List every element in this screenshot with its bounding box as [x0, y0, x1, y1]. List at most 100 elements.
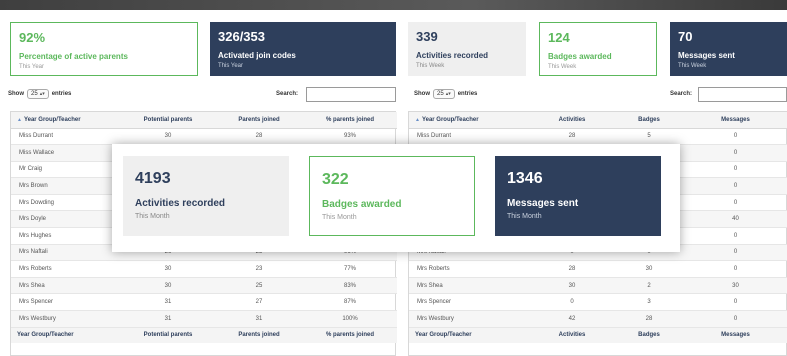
table-cell: 28: [529, 260, 615, 278]
table-cell: 0: [683, 227, 787, 245]
table-cell: 28: [529, 128, 615, 146]
table-cell: 0: [683, 144, 787, 162]
column-header-potential[interactable]: Potential parents: [121, 112, 215, 129]
table-cell: 30: [683, 277, 787, 295]
sort-up-icon: ▲: [17, 116, 22, 123]
stat-period: This Week: [678, 63, 707, 69]
stat-card-activities-week: 339 Activities recorded This Week: [408, 22, 526, 76]
table-cell: 30: [529, 277, 615, 295]
stat-period: This Month: [135, 213, 170, 220]
table-cell: 0: [683, 310, 787, 328]
table-row[interactable]: Mrs Roberts 28 30 0: [409, 260, 787, 278]
table-cell: 100%: [303, 310, 397, 328]
table-cell: Miss Wallace: [11, 144, 121, 162]
table-cell: Mrs Westbury: [409, 310, 529, 328]
updown-arrow-icon: ▴▾: [39, 91, 45, 97]
table-cell: 31: [215, 310, 303, 328]
column-header-badges[interactable]: Badges: [615, 112, 683, 129]
table-cell: Mr Craig: [11, 161, 121, 179]
table-row[interactable]: Mrs Spencer 31 27 87%: [11, 293, 397, 312]
stat-label: Messages sent: [678, 51, 735, 60]
stat-label: Activated join codes: [218, 51, 296, 60]
table-row[interactable]: Mrs Westbury 42 28 0: [409, 310, 787, 328]
table-row[interactable]: Mrs Roberts 30 23 77%: [11, 260, 397, 278]
stat-period: This Week: [548, 64, 577, 70]
table-cell: 2: [615, 277, 683, 295]
table-cell: 30: [121, 128, 215, 146]
table-cell: 0: [683, 194, 787, 212]
table-cell: 0: [683, 293, 787, 312]
header-label: Year Group/Teacher: [23, 116, 81, 123]
table-cell: 27: [215, 293, 303, 312]
table-cell: Mrs Shea: [11, 277, 121, 295]
table-cell: 5: [615, 128, 683, 146]
footer-header-teacher: Year Group/Teacher: [409, 326, 529, 344]
column-header-messages[interactable]: Messages: [683, 112, 787, 129]
table-cell: Miss Durrant: [11, 128, 121, 146]
footer-header-teacher: Year Group/Teacher: [11, 326, 121, 344]
footer-header-badges: Badges: [615, 326, 683, 344]
table-cell: Mrs Westbury: [11, 310, 121, 328]
table-cell: Mrs Roberts: [409, 260, 529, 278]
header-label: Year Group/Teacher: [421, 116, 479, 123]
table-cell: 0: [683, 177, 787, 195]
table-cell: 93%: [303, 128, 397, 146]
table-row[interactable]: Mrs Shea 30 2 30: [409, 277, 787, 295]
stat-period: This Month: [322, 214, 357, 221]
search-input-left[interactable]: [306, 87, 396, 102]
table-cell: 28: [215, 128, 303, 146]
column-header-teacher[interactable]: ▲ Year Group/Teacher: [11, 112, 121, 129]
stat-value: 322: [322, 171, 349, 188]
search-label-right: Search:: [670, 88, 692, 100]
updown-arrow-icon: ▴▾: [445, 91, 451, 97]
table-cell: 87%: [303, 293, 397, 312]
entries-label: entries: [51, 91, 72, 97]
stat-card-active-parents: 92% Percentage of active parents This Ye…: [10, 22, 198, 76]
stat-value: 124: [548, 30, 570, 45]
table-cell: 28: [615, 310, 683, 328]
table-cell: Mrs Spencer: [11, 293, 121, 312]
column-header-activities[interactable]: Activities: [529, 112, 615, 129]
stat-value: 1346: [507, 170, 543, 187]
table-row[interactable]: Mrs Westbury 31 31 100%: [11, 310, 397, 328]
column-header-percent[interactable]: % parents joined: [303, 112, 397, 129]
month-card-messages: 1346 Messages sent This Month: [495, 156, 661, 236]
table-cell: 0: [683, 128, 787, 146]
table-cell: 0: [683, 260, 787, 278]
table-cell: 0: [683, 244, 787, 262]
entries-select-value: 25: [31, 91, 38, 97]
stat-period: This Week: [416, 63, 445, 69]
entries-select[interactable]: 25 ▴▾: [27, 89, 49, 99]
table-row[interactable]: Mrs Spencer 0 3 0: [409, 293, 787, 312]
stat-value: 92%: [19, 30, 46, 45]
entries-select[interactable]: 25 ▴▾: [433, 89, 455, 99]
table-cell: 42: [529, 310, 615, 328]
footer-header-messages: Messages: [683, 326, 787, 344]
table-cell: Mrs Spencer: [409, 293, 529, 312]
stat-label: Badges awarded: [548, 52, 612, 61]
table-row[interactable]: Mrs Shea 30 25 83%: [11, 277, 397, 295]
footer-header-percent: % parents joined: [303, 326, 397, 344]
table-cell: 3: [615, 293, 683, 312]
stat-period: This Year: [19, 64, 45, 70]
stat-period: This Year: [218, 63, 244, 69]
table-cell: Mrs Naftali: [11, 244, 121, 262]
search-label: Search:: [670, 91, 693, 97]
stat-label: Activities recorded: [135, 198, 226, 209]
search-input-right[interactable]: [698, 87, 787, 102]
table-cell: 40: [683, 210, 787, 229]
entries-select-value: 25: [437, 91, 444, 97]
table-cell: Mrs Doyle: [11, 210, 121, 229]
table-row[interactable]: Miss Durrant 28 5 0: [409, 128, 787, 146]
table-cell: 31: [121, 310, 215, 328]
table-cell: Mrs Hughes: [11, 227, 121, 245]
column-header-teacher[interactable]: ▲ Year Group/Teacher: [409, 112, 529, 129]
monthly-stats-overlay: 4193 Activities recorded This Month 322 …: [112, 144, 680, 252]
table-cell: 23: [215, 260, 303, 278]
table-cell: 30: [615, 260, 683, 278]
entries-control-left: Show 25 ▴▾ entries: [8, 88, 71, 100]
table-row[interactable]: Miss Durrant 30 28 93%: [11, 128, 397, 146]
sort-up-icon: ▲: [415, 116, 420, 123]
stat-label: Percentage of active parents: [19, 52, 128, 61]
column-header-joined[interactable]: Parents joined: [215, 112, 303, 129]
